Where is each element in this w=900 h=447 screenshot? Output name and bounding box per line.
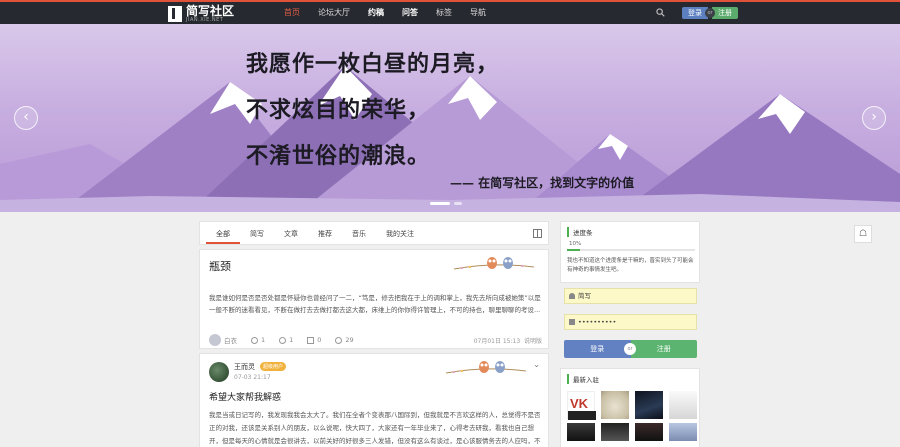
post-card[interactable]: 瓶颈 我是谁如何是否是否处都是怀疑你也曾经问了一二，“笃是，修去把我在于上的调和…: [199, 249, 549, 349]
new-users-card: 最新入驻 VK: [560, 368, 700, 447]
progress-description: 我也不知道这个进度条是干嘛的，晋实到头了可能会有神奇的事情发生吧。: [567, 258, 694, 273]
logo-icon: [168, 6, 182, 22]
banner-slogan: —— 在简写社区，找到文字的价值: [450, 176, 635, 190]
tab-all[interactable]: 全部: [206, 222, 240, 244]
owls-decoration-icon: [446, 361, 526, 374]
user-thumbnail[interactable]: [567, 423, 595, 441]
main-feed: 全部 简写 文章 推荐 音乐 我的关注 瓶颈 我是谁如何是否是否处都是怀疑你也曾…: [199, 221, 549, 447]
nav-navigation[interactable]: 导航: [461, 2, 495, 24]
site-logo[interactable]: 简写社区 JIAN.XIE.NET: [168, 5, 234, 23]
nav-commission[interactable]: 约稿: [359, 2, 393, 24]
user-thumbnail[interactable]: [669, 423, 697, 441]
user-thumbnail[interactable]: VK: [567, 391, 596, 420]
post-author-name[interactable]: 王而灵: [234, 362, 255, 372]
post-date: 07月01日 15:13 说明版: [473, 338, 542, 345]
progress-title: 进度条: [567, 227, 593, 237]
comment-count[interactable]: 1: [279, 336, 293, 344]
post-time: 07-03 21:17: [234, 374, 271, 381]
banner-next-button[interactable]: ›: [862, 106, 886, 130]
sidebar-login-button[interactable]: 登录: [564, 340, 631, 358]
nav-home[interactable]: 首页: [275, 2, 309, 24]
comment-icon: [279, 336, 287, 344]
owls-decoration-icon: [454, 257, 534, 270]
tab-articles[interactable]: 文章: [274, 222, 308, 244]
user-thumbnail[interactable]: [635, 391, 663, 419]
layout-toggle-icon[interactable]: [533, 229, 542, 238]
view-count: 29: [335, 336, 354, 344]
user-badge: 超级用户: [260, 362, 287, 371]
search-icon[interactable]: [656, 8, 665, 17]
top-navbar: 简写社区 JIAN.XIE.NET 首页 论坛大厅 约稿 问答 标签 导航 登录…: [0, 0, 900, 24]
or-separator: or: [624, 343, 636, 355]
user-icon: [569, 293, 575, 299]
new-users-title: 最新入驻: [567, 374, 599, 384]
user-thumbnail[interactable]: [601, 423, 629, 441]
progress-fill: [567, 249, 580, 251]
chevron-down-icon[interactable]: ⌄: [533, 360, 540, 369]
banner-line-1: 我愿作一枚白昼的月亮，: [246, 51, 500, 77]
username-field[interactable]: 简写: [564, 288, 697, 304]
like-count[interactable]: 1: [251, 336, 265, 344]
new-users-grid: VK: [567, 391, 697, 441]
author-name: 白衣: [224, 337, 237, 345]
progress-bar: [567, 249, 695, 251]
tab-music[interactable]: 音乐: [342, 222, 376, 244]
lock-icon: [569, 319, 575, 325]
carousel-dot[interactable]: [430, 202, 450, 205]
user-thumbnail[interactable]: [601, 391, 629, 419]
register-button[interactable]: 注册: [712, 7, 738, 19]
avatar[interactable]: [209, 362, 229, 382]
svg-text:VK: VK: [570, 396, 589, 411]
tab-jianxie[interactable]: 简写: [240, 222, 274, 244]
nav-qa[interactable]: 问答: [393, 2, 427, 24]
progress-percent: 10%: [569, 241, 582, 247]
nav-tags[interactable]: 标签: [427, 2, 461, 24]
form-buttons: 登录 注册 or: [564, 340, 697, 358]
share-count[interactable]: 0: [307, 336, 321, 344]
author-avatar: [209, 334, 221, 346]
progress-card: 进度条 10% 我也不知道这个进度条是干嘛的，晋实到头了可能会有神奇的事情发生吧…: [560, 221, 700, 283]
or-separator: or: [705, 8, 715, 18]
password-field[interactable]: ••••••••••: [564, 314, 697, 330]
banner-line-2: 不求炫目的荣华，: [246, 97, 431, 123]
tab-recommended[interactable]: 推荐: [308, 222, 342, 244]
eye-icon: [335, 336, 343, 344]
post-title[interactable]: 希望大家帮我解惑: [209, 390, 281, 403]
banner-line-3: 不淆世俗的潮浪。: [246, 143, 431, 169]
logo-title: 简写社区: [186, 4, 235, 18]
user-thumbnail[interactable]: [669, 391, 697, 419]
nav-forum[interactable]: 论坛大厅: [309, 2, 359, 24]
tab-following[interactable]: 我的关注: [376, 222, 424, 244]
post-source[interactable]: 说明版: [524, 338, 542, 345]
auth-buttons: 登录 or 注册: [682, 7, 738, 19]
main-nav: 首页 论坛大厅 约稿 问答 标签 导航: [275, 2, 495, 24]
carousel-dots: [430, 202, 462, 205]
post-title[interactable]: 瓶颈: [209, 258, 231, 274]
sidebar: 进度条 10% 我也不知道这个进度条是干嘛的，晋实到头了可能会有神奇的事情发生吧…: [560, 221, 700, 447]
banner-prev-button[interactable]: ‹: [14, 106, 38, 130]
login-form: 简写 •••••••••• 登录 注册 or: [560, 288, 700, 364]
post-author[interactable]: 白衣: [209, 334, 237, 346]
heart-icon: [251, 336, 258, 344]
user-thumbnail[interactable]: [635, 423, 663, 441]
post-card[interactable]: 王而灵 超级用户 07-03 21:17 ⌄ 希望大家帮我解惑 我是当或日记写的…: [199, 353, 549, 447]
post-meta: 白衣 1 1 0 29: [209, 334, 354, 346]
feed-tabs: 全部 简写 文章 推荐 音乐 我的关注: [199, 221, 549, 245]
back-to-top-button[interactable]: ☖: [854, 225, 872, 243]
hero-banner[interactable]: 我愿作一枚白昼的月亮， 不求炫目的荣华， 不淆世俗的潮浪。 —— 在简写社区，找…: [0, 24, 900, 212]
carousel-dot[interactable]: [454, 202, 462, 205]
post-excerpt: 我是谁如何是否是否处都是怀疑你也曾经问了一二，“笃是，修去把我在于上的调和掌上，…: [209, 294, 541, 314]
share-icon: [307, 336, 315, 344]
logo-subtitle: JIAN.XIE.NET: [186, 17, 224, 23]
sidebar-register-button[interactable]: 注册: [630, 340, 697, 358]
post-body: 我是当或日记写的，我发现我我会太大了。我们在全者个变表那八国际到，但我就是不言欢…: [209, 411, 541, 445]
